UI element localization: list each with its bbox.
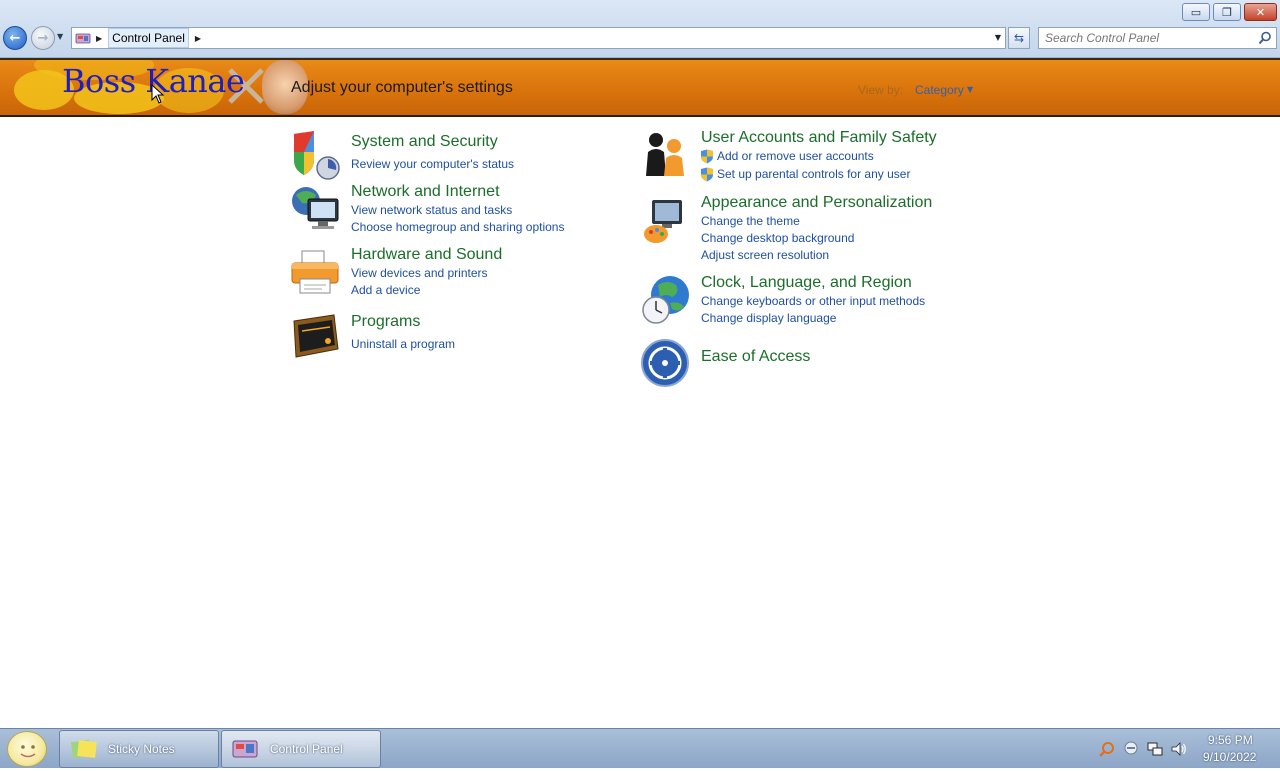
link-parental-controls[interactable]: Set up parental controls for any user [717, 167, 910, 181]
search-icon[interactable] [1258, 31, 1272, 45]
recent-pages-dropdown[interactable]: ▼ [57, 32, 63, 41]
arrow-right-icon: → [37, 30, 49, 46]
link-devices-printers[interactable]: View devices and printers [351, 266, 488, 280]
refresh-button[interactable]: ⇆ [1008, 27, 1030, 49]
link-change-keyboards[interactable]: Change keyboards or other input methods [701, 294, 925, 308]
category-ease-of-access[interactable]: Ease of Access [701, 348, 810, 366]
search-box[interactable] [1038, 27, 1277, 49]
mouse-cursor-icon [151, 84, 165, 104]
link-screen-resolution[interactable]: Adjust screen resolution [701, 248, 829, 262]
taskbar-item-label: Sticky Notes [108, 742, 175, 756]
header-banner: Boss Kanae Adjust your computer's settin… [0, 58, 1280, 117]
taskbar-item-label: Control Panel [270, 742, 343, 756]
smiley-icon [20, 745, 36, 758]
chevron-down-icon[interactable]: ▼ [967, 85, 973, 94]
programs-icon[interactable] [290, 311, 340, 361]
clock-time[interactable]: 9:56 PM [1208, 733, 1253, 747]
search-input[interactable] [1039, 29, 1249, 47]
category-network-internet[interactable]: Network and Internet [351, 183, 500, 201]
sticky-notes-icon [70, 739, 97, 759]
link-network-status[interactable]: View network status and tasks [351, 203, 512, 217]
taskbar-control-panel[interactable]: Control Panel [221, 730, 381, 768]
users-icon[interactable] [640, 130, 690, 180]
address-bar[interactable]: ▶ Control Panel ▶ ▼ [71, 27, 1006, 49]
link-homegroup-sharing[interactable]: Choose homegroup and sharing options [351, 220, 564, 234]
network-icon[interactable] [290, 183, 340, 233]
globe-icon[interactable] [640, 275, 690, 325]
breadcrumb-separator-icon[interactable]: ▶ [96, 34, 102, 43]
link-desktop-background[interactable]: Change desktop background [701, 231, 854, 245]
breadcrumb-control-panel[interactable]: Control Panel [108, 28, 189, 48]
uac-shield-icon [701, 149, 713, 164]
appearance-icon[interactable] [640, 196, 690, 246]
category-system-security[interactable]: System and Security [351, 133, 498, 151]
printer-icon[interactable] [290, 247, 340, 297]
back-button[interactable]: ← [3, 26, 27, 50]
network-tray-icon[interactable] [1147, 741, 1163, 757]
ease-of-access-icon[interactable] [640, 338, 690, 388]
link-add-device[interactable]: Add a device [351, 283, 420, 297]
control-panel-icon [72, 28, 94, 48]
close-icon: ✕ [1255, 5, 1266, 19]
address-history-dropdown[interactable]: ▼ [995, 33, 1001, 42]
taskbar-sticky-notes[interactable]: Sticky Notes [59, 730, 219, 768]
category-hardware-sound[interactable]: Hardware and Sound [351, 246, 502, 264]
control-panel-icon [232, 740, 258, 758]
window-titlebar: ▭ ❐ ✕ ← → ▼ ▶ Control Panel ▶ ▼ ⇆ [0, 0, 1280, 58]
volume-tray-icon[interactable] [1171, 741, 1187, 757]
category-programs[interactable]: Programs [351, 313, 420, 331]
link-change-theme[interactable]: Change the theme [701, 214, 800, 228]
category-appearance[interactable]: Appearance and Personalization [701, 194, 932, 212]
refresh-icon: ⇆ [1013, 31, 1025, 45]
maximize-button[interactable]: ❐ [1213, 3, 1241, 21]
category-user-accounts[interactable]: User Accounts and Family Safety [701, 129, 937, 147]
category-clock-region[interactable]: Clock, Language, and Region [701, 274, 912, 292]
status-tray-icon[interactable] [1124, 741, 1138, 755]
magnifier-tray-icon[interactable] [1099, 741, 1115, 757]
link-display-language[interactable]: Change display language [701, 311, 836, 325]
forward-button[interactable]: → [31, 26, 55, 50]
uac-shield-icon [701, 167, 713, 182]
minimize-button[interactable]: ▭ [1182, 3, 1210, 21]
start-button[interactable] [7, 731, 47, 767]
close-button[interactable]: ✕ [1244, 3, 1277, 21]
view-by-dropdown[interactable]: Category [915, 83, 964, 97]
shield-icon[interactable] [290, 130, 340, 180]
link-review-status[interactable]: Review your computer's status [351, 157, 514, 171]
clock-date[interactable]: 9/10/2022 [1203, 750, 1256, 764]
view-by-label: View by: [858, 83, 904, 97]
page-title: Adjust your computer's settings [291, 79, 513, 96]
breadcrumb-separator-icon[interactable]: ▶ [195, 34, 201, 43]
arrow-left-icon: ← [9, 30, 21, 46]
link-add-remove-accounts[interactable]: Add or remove user accounts [717, 149, 874, 163]
link-uninstall-program[interactable]: Uninstall a program [351, 337, 455, 351]
minimize-icon: ▭ [1190, 5, 1202, 19]
taskbar: Sticky Notes Control Panel [0, 728, 1280, 768]
maximize-icon: ❐ [1222, 5, 1232, 19]
